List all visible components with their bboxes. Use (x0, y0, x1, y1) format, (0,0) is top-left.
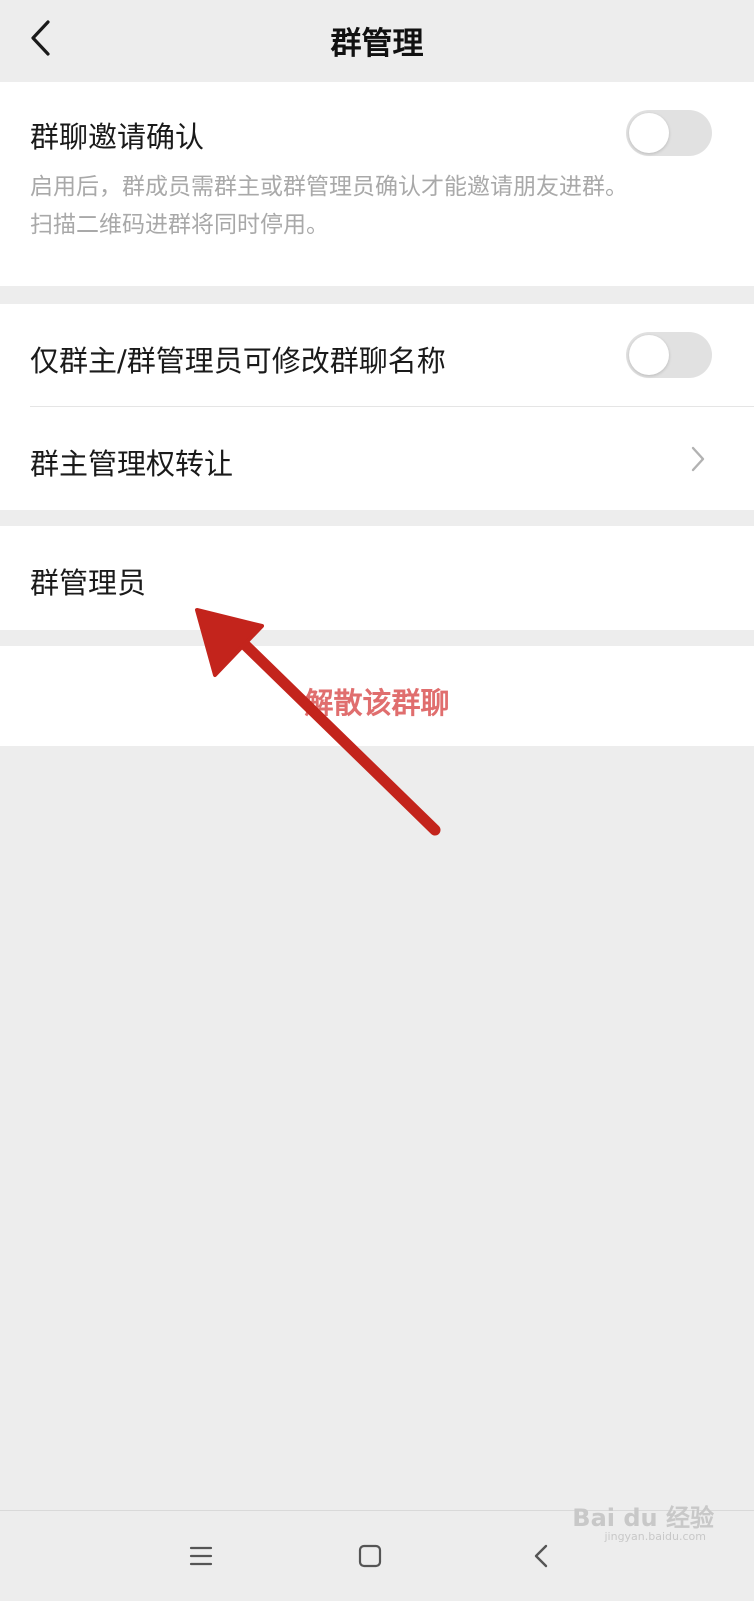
toggle-knob (629, 335, 669, 375)
menu-icon (189, 1546, 213, 1566)
back-chevron-icon (534, 1544, 548, 1568)
nav-back-button[interactable] (516, 1533, 566, 1579)
home-square-icon (358, 1544, 382, 1568)
home-button[interactable] (345, 1533, 395, 1579)
transfer-owner-label: 群主管理权转让 (30, 447, 234, 481)
dissolve-group-button[interactable]: 解散该群聊 (0, 646, 754, 746)
admins-row[interactable]: 群管理员 (0, 526, 754, 630)
invite-confirm-card: 群聊邀请确认 启用后，群成员需群主或群管理员确认才能邀请朋友进群。 扫描二维码进… (0, 82, 754, 286)
invite-confirm-label: 群聊邀请确认 (30, 120, 205, 154)
invite-confirm-toggle[interactable] (626, 110, 712, 156)
permissions-card: 仅群主/群管理员可修改群聊名称 群主管理权转让 (0, 304, 754, 510)
invite-confirm-description-line2: 扫描二维码进群将同时停用。 (30, 212, 329, 238)
rename-restrict-toggle[interactable] (626, 332, 712, 378)
transfer-owner-row[interactable]: 群主管理权转让 (0, 407, 754, 510)
invite-confirm-description-line1: 启用后，群成员需群主或群管理员确认才能邀请朋友进群。 (30, 174, 628, 200)
top-bar: 群管理 (0, 0, 754, 80)
watermark-logo: Bai du 经验 (572, 1504, 714, 1532)
recent-apps-button[interactable] (176, 1533, 226, 1579)
toggle-knob (629, 113, 669, 153)
rename-restrict-label: 仅群主/群管理员可修改群聊名称 (30, 344, 446, 378)
page-title: 群管理 (330, 26, 424, 62)
watermark-url: jingyan.baidu.com (604, 1530, 706, 1543)
chevron-right-icon (691, 446, 705, 472)
dissolve-group-label: 解散该群聊 (304, 686, 450, 720)
admins-label: 群管理员 (30, 566, 147, 600)
